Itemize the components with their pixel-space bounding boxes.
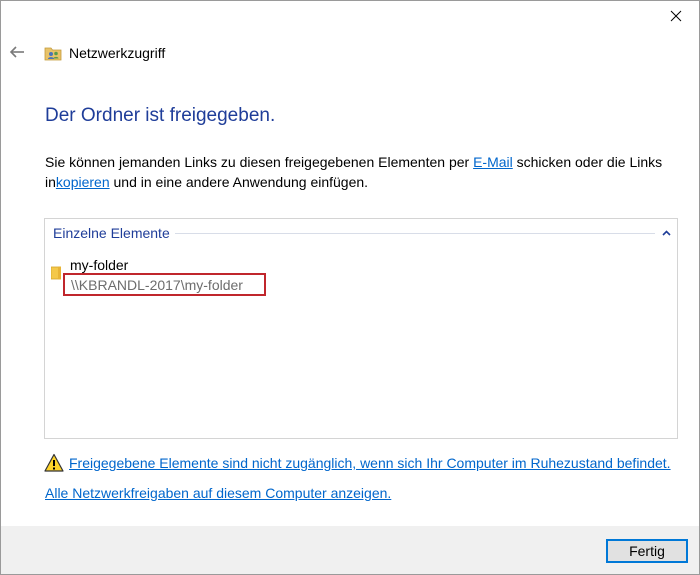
group-divider	[174, 232, 655, 234]
network-share-icon	[44, 47, 62, 61]
group-header[interactable]: Einzelne Elemente	[53, 224, 671, 242]
shared-items-panel: Einzelne Elemente my-folder \\KBRANDL-20…	[44, 218, 678, 439]
path-highlight-box: \\KBRANDL-2017\my-folder	[63, 273, 266, 296]
copy-link[interactable]: kopieren	[56, 174, 110, 190]
collapse-button[interactable]	[661, 229, 671, 237]
all-shares-link[interactable]: Alle Netzwerkfreigaben auf diesem Comput…	[45, 485, 391, 501]
folder-icon	[51, 266, 61, 280]
item-name: my-folder	[70, 257, 129, 273]
warning-row: Freigegebene Elemente sind nicht zugängl…	[44, 453, 671, 473]
item-path: \\KBRANDL-2017\my-folder	[71, 277, 243, 293]
description-text: Sie können jemanden Links zu diesen frei…	[45, 152, 681, 192]
email-link[interactable]: E-Mail	[473, 154, 513, 170]
warning-icon	[44, 453, 64, 472]
description-part-1: Sie können jemanden Links zu diesen frei…	[45, 154, 474, 170]
list-item[interactable]: my-folder \\KBRANDL-2017\my-folder	[51, 257, 291, 301]
finish-button[interactable]: Fertig	[606, 539, 688, 563]
dialog-footer: Fertig	[1, 526, 699, 574]
chevron-up-icon	[661, 230, 671, 236]
sleep-warning-link[interactable]: Freigegebene Elemente sind nicht zugängl…	[69, 455, 671, 471]
window-title: Netzwerkzugriff	[69, 45, 166, 61]
back-arrow-icon	[9, 46, 24, 58]
close-icon	[670, 10, 682, 22]
group-label: Einzelne Elemente	[53, 225, 170, 241]
window-title-row: Netzwerkzugriff	[44, 44, 165, 62]
page-heading: Der Ordner ist freigegeben.	[45, 105, 276, 126]
close-button[interactable]	[653, 1, 699, 31]
back-button[interactable]	[7, 41, 27, 63]
description-part-3: und in eine andere Anwendung einfügen.	[109, 174, 369, 190]
network-access-dialog: Netzwerkzugriff Der Ordner ist freigegeb…	[0, 0, 700, 575]
